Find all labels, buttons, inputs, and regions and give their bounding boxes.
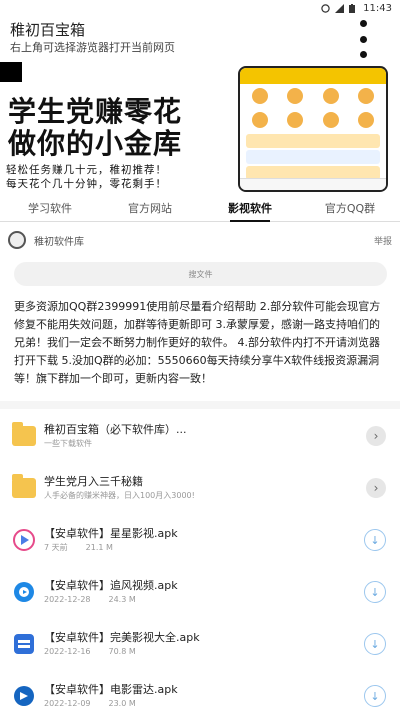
app-icon-perfect-video bbox=[12, 632, 36, 656]
item-size: 23.0 M bbox=[108, 699, 136, 708]
app-subtitle: 右上角可选择游览器打开当前网页 bbox=[10, 41, 175, 54]
menu-dot-icon bbox=[359, 35, 367, 43]
banner-corner-block bbox=[0, 62, 22, 82]
tab-official-qq-group[interactable]: 官方QQ群 bbox=[300, 194, 400, 221]
search-input[interactable]: 搜文件 bbox=[14, 262, 387, 286]
phone-mockup-header bbox=[240, 68, 386, 84]
more-menu-button[interactable] bbox=[356, 18, 370, 60]
item-subtitle: 一些下载软件 bbox=[44, 439, 92, 448]
menu-dot-icon bbox=[359, 51, 367, 58]
item-size: 24.3 M bbox=[108, 595, 136, 604]
library-header: 稚初软件库 举报 bbox=[0, 226, 400, 254]
item-date: 2022-12-09 bbox=[44, 699, 91, 708]
list-item-folder[interactable]: 学生党月入三千秘籍 人手必备的赚米神器，日入100月入3000! › bbox=[0, 462, 400, 514]
banner-tagline-2: 每天花个几十分钟，零花剩手！ bbox=[6, 178, 167, 190]
phone-mockup-image bbox=[238, 66, 388, 192]
title-bar: 稚初百宝箱 右上角可选择游览器打开当前网页 bbox=[0, 16, 400, 60]
item-title: 【安卓软件】追风视频.apk bbox=[44, 579, 178, 592]
file-list: 稚初百宝箱（必下软件库）... 一些下载软件 › 学生党月入三千秘籍 人手必备的… bbox=[0, 410, 400, 711]
list-item-file[interactable]: 【安卓软件】追风视频.apk 2022-12-28 24.3 M ↓ bbox=[0, 566, 400, 618]
item-size: 21.1 M bbox=[85, 543, 113, 552]
status-time: 11:43 bbox=[363, 2, 392, 14]
folder-icon bbox=[12, 422, 36, 446]
app-icon-star-video bbox=[12, 528, 36, 552]
menu-dot-icon bbox=[359, 20, 367, 27]
item-subtitle: 人手必备的赚米神器，日入100月入3000! bbox=[44, 491, 195, 500]
signal-icon bbox=[335, 3, 345, 13]
download-icon[interactable]: ↓ bbox=[364, 633, 386, 655]
folder-icon bbox=[12, 474, 36, 498]
download-icon[interactable]: ↓ bbox=[364, 685, 386, 707]
tab-official-website[interactable]: 官方网站 bbox=[100, 194, 200, 221]
phone-mockup-tabbar bbox=[240, 178, 386, 190]
alarm-icon bbox=[321, 3, 330, 13]
app-icon-movie-radar bbox=[12, 684, 36, 708]
item-date: 2022-12-28 bbox=[44, 595, 91, 604]
battery-icon bbox=[349, 3, 358, 13]
download-icon[interactable]: ↓ bbox=[364, 581, 386, 603]
chevron-right-icon[interactable]: › bbox=[366, 426, 386, 446]
promo-banner[interactable]: 学生党赚零花 做你的小金库 轻松任务赚几十元，稚初推荐！ 每天花个几十分钟，零花… bbox=[0, 62, 400, 192]
download-icon[interactable]: ↓ bbox=[364, 529, 386, 551]
category-tabs: 学习软件 官方网站 影视软件 官方QQ群 bbox=[0, 194, 400, 222]
item-title: 稚初百宝箱（必下软件库）... bbox=[44, 423, 187, 436]
item-title: 学生党月入三千秘籍 bbox=[44, 475, 143, 488]
phone-mockup-icons bbox=[240, 84, 386, 108]
item-size: 70.8 M bbox=[108, 647, 136, 656]
tab-learning-software[interactable]: 学习软件 bbox=[0, 194, 100, 221]
item-title: 【安卓软件】电影雷达.apk bbox=[44, 683, 178, 696]
list-item-file[interactable]: 【安卓软件】完美影视大全.apk 2022-12-16 70.8 M ↓ bbox=[0, 618, 400, 670]
item-title: 【安卓软件】完美影视大全.apk bbox=[44, 631, 200, 644]
app-title: 稚初百宝箱 bbox=[10, 21, 86, 39]
section-divider bbox=[0, 401, 400, 409]
item-date: 7 天前 bbox=[44, 543, 68, 552]
list-item-folder[interactable]: 稚初百宝箱（必下软件库）... 一些下载软件 › bbox=[0, 410, 400, 462]
banner-headline-2: 做你的小金库 bbox=[8, 127, 183, 160]
app-icon-wind-video bbox=[12, 580, 36, 604]
avatar bbox=[8, 231, 26, 249]
chevron-right-icon[interactable]: › bbox=[366, 478, 386, 498]
item-date: 2022-12-16 bbox=[44, 647, 91, 656]
notice-text: 更多资源加QQ群2399991使用前尽量看介绍帮助 2.部分软件可能会现官方修复… bbox=[14, 300, 381, 385]
banner-tagline-1: 轻松任务赚几十元，稚初推荐！ bbox=[6, 164, 167, 176]
report-link[interactable]: 举报 bbox=[374, 234, 392, 247]
list-item-file[interactable]: 【安卓软件】星星影视.apk 7 天前 21.1 M ↓ bbox=[0, 514, 400, 566]
status-bar: 11:43 bbox=[0, 0, 400, 16]
library-name: 稚初软件库 bbox=[34, 236, 84, 248]
tab-video-software[interactable]: 影视软件 bbox=[200, 194, 300, 222]
item-title: 【安卓软件】星星影视.apk bbox=[44, 527, 178, 540]
list-item-file[interactable]: 【安卓软件】电影雷达.apk 2022-12-09 23.0 M ↓ bbox=[0, 670, 400, 711]
